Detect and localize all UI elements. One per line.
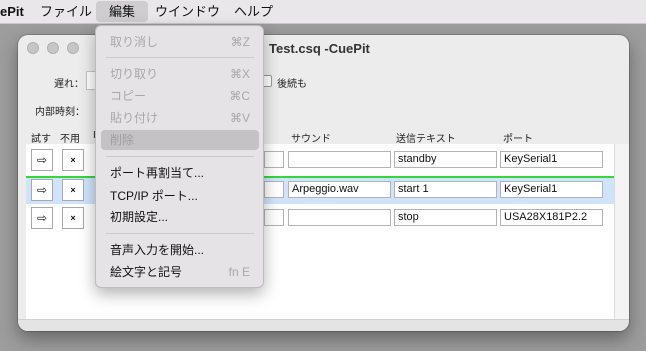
menu-item-cut: 切り取り ⌘X (101, 64, 259, 84)
menu-item-label: 貼り付け (110, 111, 159, 125)
menu-separator (106, 156, 254, 157)
remove-x-icon[interactable]: × (62, 179, 84, 201)
menu-item-dictation[interactable]: 音声入力を開始... (101, 240, 259, 260)
header-try: 試す (31, 134, 51, 145)
delay-label: 遅れ： (54, 79, 84, 90)
header-unused: 不用 (60, 134, 80, 145)
minimize-window-button[interactable] (47, 42, 59, 54)
send-text-field[interactable]: stop (394, 209, 497, 226)
window-title: Test.csq -CuePit (269, 41, 370, 56)
remove-x-icon[interactable]: × (62, 149, 84, 171)
close-window-button[interactable] (27, 42, 39, 54)
port-field[interactable]: KeySerial1 (500, 181, 603, 198)
menu-item-label: 切り取り (110, 67, 159, 81)
try-arrow-icon[interactable]: ⇨ (31, 179, 53, 201)
cue-small-field[interactable] (264, 151, 284, 168)
menu-edit[interactable]: 編集 (96, 1, 148, 22)
menu-item-tcpip-port[interactable]: TCP/IP ポート... (101, 186, 259, 206)
menu-item-preferences[interactable]: 初期設定... (101, 207, 259, 227)
menu-item-undo: 取り消し ⌘Z (101, 32, 259, 52)
header-sound: サウンド (291, 134, 331, 145)
menu-item-copy: コピー ⌘C (101, 86, 259, 106)
menu-item-reassign-port[interactable]: ポート再割当て... (101, 163, 259, 183)
try-arrow-icon[interactable]: ⇨ (31, 207, 53, 229)
menu-help[interactable]: ヘルプ (234, 0, 273, 23)
sound-field[interactable]: Arpeggio.wav (288, 181, 391, 198)
port-field[interactable]: KeySerial1 (500, 151, 603, 168)
menu-separator (106, 57, 254, 58)
menu-item-shortcut: ⌘X (229, 67, 250, 81)
remove-x-icon[interactable]: × (62, 207, 84, 229)
menu-item-label: 絵文字と記号 (110, 265, 183, 279)
edit-menu-dropdown: 取り消し ⌘Z 切り取り ⌘X コピー ⌘C 貼り付け ⌘V 削除 ポート再割当… (95, 25, 264, 288)
menu-bar: ePit ファイル 編集 ウインドウ ヘルプ (0, 0, 646, 24)
menu-item-delete[interactable]: 削除 (101, 130, 259, 150)
continuous-label: 後続も (277, 79, 307, 90)
vertical-scrollbar[interactable] (614, 144, 629, 319)
zoom-window-button[interactable] (67, 42, 79, 54)
header-send-text: 送信テキスト (396, 134, 456, 145)
menu-item-label: ポート再割当て... (110, 166, 205, 180)
cue-small-field[interactable] (264, 181, 284, 198)
sound-field[interactable] (288, 151, 391, 168)
menu-item-shortcut: ⌘V (229, 111, 250, 125)
internal-clock-label: 内部時刻： (35, 107, 85, 118)
header-port: ポート (503, 134, 533, 145)
port-field[interactable]: USA28X181P2.2 (500, 209, 603, 226)
menu-item-shortcut: fn E (228, 265, 250, 279)
menu-item-shortcut: ⌘Z (230, 35, 250, 49)
menu-item-label: 初期設定... (110, 210, 169, 224)
sound-field[interactable] (288, 209, 391, 226)
menu-item-shortcut: ⌘C (229, 89, 250, 103)
menu-separator (106, 233, 254, 234)
menu-item-label: TCP/IP ポート... (110, 189, 198, 203)
menu-item-paste: 貼り付け ⌘V (101, 108, 259, 128)
try-arrow-icon[interactable]: ⇨ (31, 149, 53, 171)
menu-file[interactable]: ファイル (40, 0, 92, 23)
menu-item-label: 音声入力を開始... (110, 243, 205, 257)
send-text-field[interactable]: standby (394, 151, 497, 168)
cue-small-field[interactable] (264, 209, 284, 226)
menu-window[interactable]: ウインドウ (155, 0, 220, 23)
menu-item-label: 削除 (110, 133, 135, 147)
menu-item-label: 取り消し (110, 35, 159, 49)
menu-item-label: コピー (110, 89, 147, 103)
send-text-field[interactable]: start 1 (394, 181, 497, 198)
bottom-bar (18, 319, 629, 331)
menu-item-emoji[interactable]: 絵文字と記号 fn E (101, 262, 259, 282)
menu-app-name[interactable]: ePit (0, 0, 24, 23)
